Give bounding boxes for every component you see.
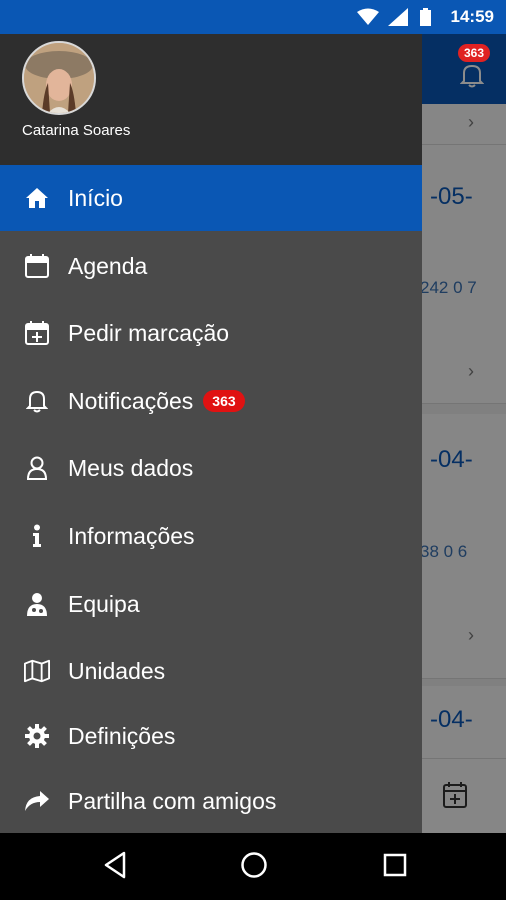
drawer-item-label: Notificações	[68, 387, 194, 414]
profile-photo	[24, 43, 94, 113]
navigation-drawer: Catarina Soares Início Agenda Pedir marc…	[0, 34, 422, 833]
drawer-item-label: Equipa	[68, 590, 140, 617]
notification-count-badge: 363	[203, 390, 245, 412]
avatar[interactable]	[22, 41, 96, 115]
home-icon	[24, 185, 50, 211]
back-icon[interactable]	[103, 851, 127, 879]
drawer-item-label: Pedir marcação	[68, 319, 230, 346]
drawer-item-partilha[interactable]: Partilha com amigos	[0, 768, 422, 834]
wifi-icon	[357, 8, 379, 25]
calendar-add-icon	[24, 320, 50, 346]
notification-count-badge: 363	[458, 44, 491, 62]
bell-icon	[24, 388, 50, 414]
drawer-item-unidades[interactable]: Unidades	[0, 638, 422, 704]
battery-icon	[420, 8, 431, 26]
drawer-item-label: Unidades	[68, 657, 166, 684]
status-time: 14:59	[450, 7, 494, 26]
drawer-item-pedir-marcacao[interactable]: Pedir marcação	[0, 300, 422, 366]
system-nav-bar	[0, 833, 506, 900]
user-icon	[24, 455, 50, 481]
info-icon	[24, 523, 50, 549]
drawer-item-label: Agenda	[68, 252, 148, 279]
calendar-icon	[24, 253, 50, 279]
drawer-item-meus-dados[interactable]: Meus dados	[0, 435, 422, 501]
drawer-item-label: Definições	[68, 722, 176, 749]
status-bar: 14:59	[0, 0, 506, 34]
drawer-item-inicio[interactable]: Início	[0, 165, 422, 231]
drawer-item-label: Início	[68, 184, 123, 211]
gear-icon	[24, 723, 50, 749]
user-name: Catarina Soares	[22, 122, 131, 139]
drawer-header: Catarina Soares	[0, 34, 422, 165]
share-icon	[24, 788, 50, 814]
drawer-item-agenda[interactable]: Agenda	[0, 233, 422, 299]
signal-icon	[388, 8, 408, 26]
home-circle-icon[interactable]	[240, 851, 268, 879]
drawer-item-notificacoes[interactable]: Notificações 363	[0, 368, 422, 434]
drawer-item-label: Meus dados	[68, 454, 194, 481]
map-icon	[24, 658, 50, 684]
drawer-item-label: Partilha com amigos	[68, 787, 277, 814]
drawer-item-label: Informações	[68, 522, 195, 549]
drawer-item-informacoes[interactable]: Informações	[0, 503, 422, 569]
doctor-icon	[24, 591, 50, 617]
drawer-item-equipa[interactable]: Equipa	[0, 571, 422, 637]
drawer-item-definicoes[interactable]: Definições	[0, 703, 422, 769]
recents-icon[interactable]	[383, 853, 407, 877]
